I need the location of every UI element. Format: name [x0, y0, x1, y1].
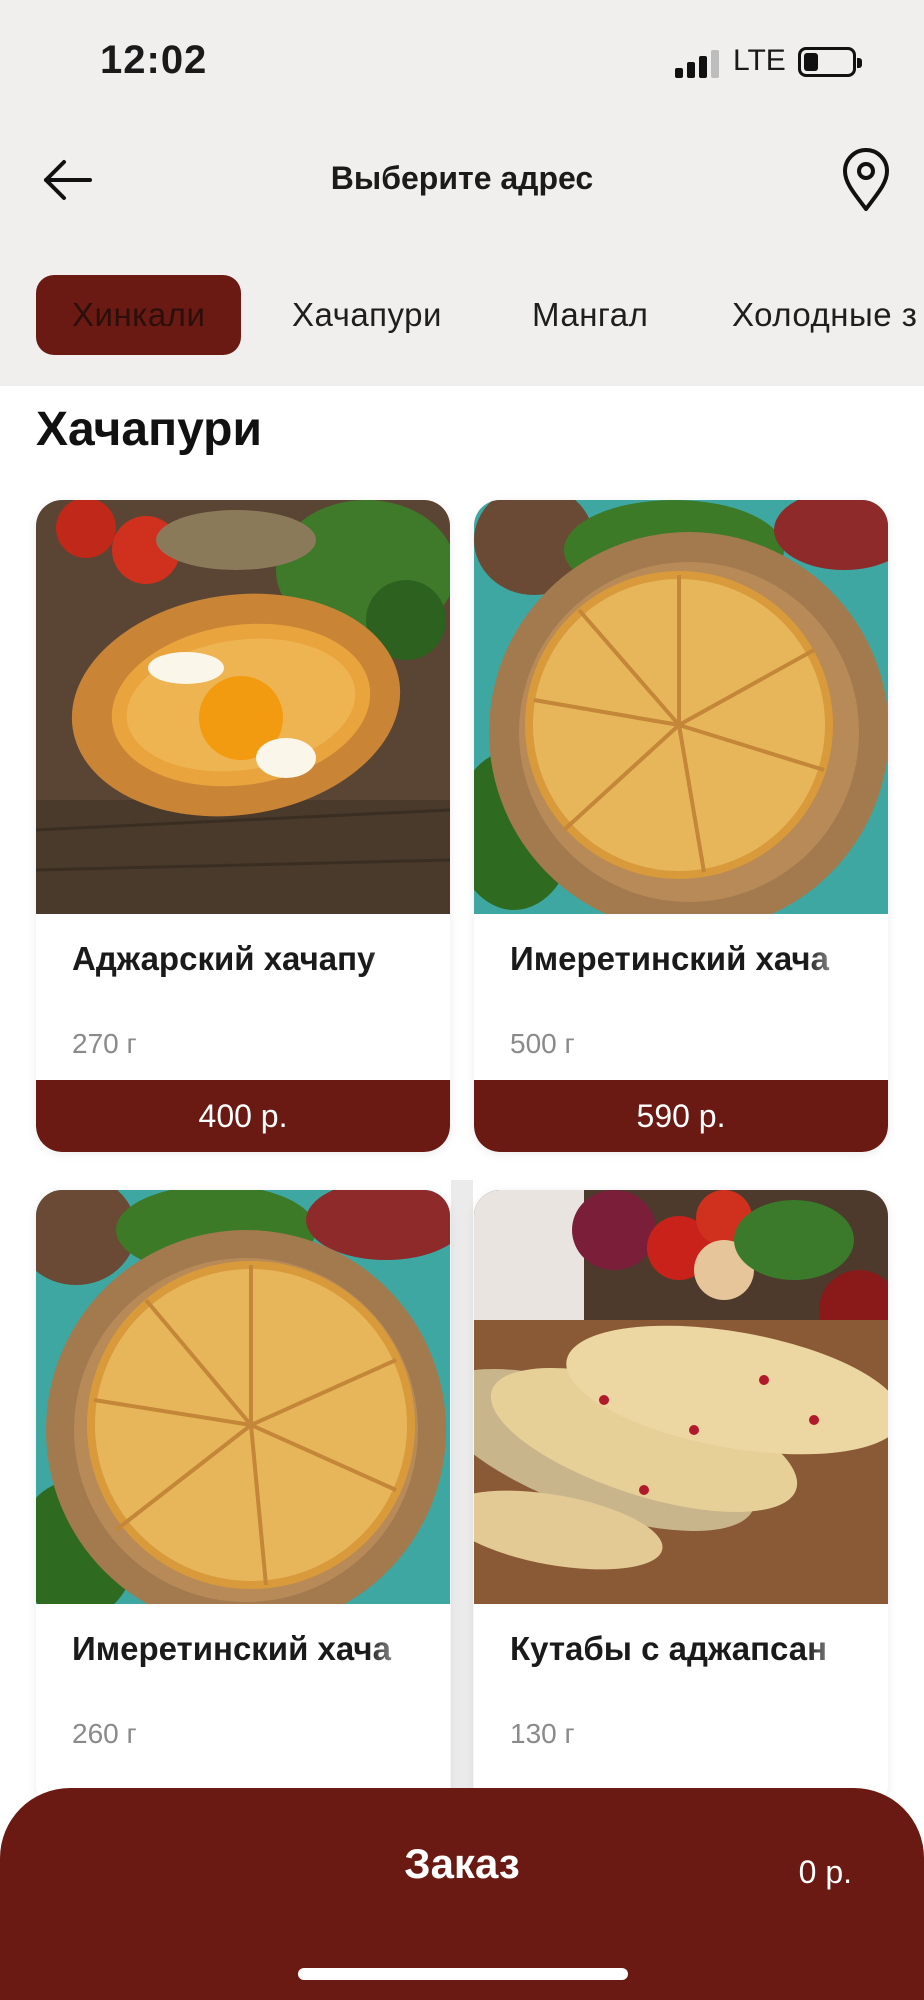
product-card[interactable]: Имеретинский хача 260 г — [36, 1190, 450, 1810]
product-weight: 500 г — [510, 1028, 575, 1059]
product-card[interactable]: Кутабы с аджапсан 130 г — [474, 1190, 888, 1810]
adjarian-khachapuri-photo — [36, 500, 450, 914]
product-name: Имеретинский хача — [510, 940, 829, 977]
tab-khinkali[interactable]: Хинкали — [36, 275, 242, 355]
order-button-label[interactable]: Заказ — [0, 1840, 924, 1888]
status-time: 12:02 — [100, 38, 208, 82]
order-total: 0 р. — [798, 1854, 852, 1890]
location-button[interactable] — [840, 147, 892, 213]
tab-khachapuri[interactable]: Хачапури — [292, 275, 442, 355]
tab-cold-appetizers[interactable]: Холодные з — [732, 275, 917, 355]
qutab-photo — [474, 1190, 888, 1604]
price-button[interactable]: 400 р. — [36, 1080, 450, 1152]
product-name: Имеретинский хача — [72, 1630, 391, 1667]
map-pin-icon — [843, 148, 889, 211]
price-button[interactable]: 590 р. — [474, 1080, 888, 1152]
status-bar: 12:02 LTE — [0, 0, 924, 120]
section-title: Хачапури — [36, 403, 262, 456]
category-tabs: Хинкали Хачапури Мангал Холодные з — [0, 240, 924, 386]
home-indicator[interactable] — [298, 1968, 628, 1980]
battery-icon — [798, 47, 862, 77]
order-bar[interactable]: Заказ 0 р. — [0, 1788, 924, 2000]
product-card[interactable]: Аджарский хачапу 270 г 400 р. — [36, 500, 450, 1152]
product-weight: 130 г — [510, 1718, 575, 1749]
product-weight: 270 г — [72, 1028, 137, 1059]
product-name: Аджарский хачапу — [72, 940, 376, 977]
network-type: LTE — [733, 44, 786, 77]
imeretian-khachapuri-photo — [36, 1190, 450, 1604]
product-weight: 260 г — [72, 1718, 137, 1749]
product-card[interactable]: Имеретинский хача 500 г 590 р. — [474, 500, 888, 1152]
tab-mangal[interactable]: Мангал — [532, 275, 648, 355]
grid-divider — [451, 1180, 473, 1800]
imeretian-khachapuri-photo — [474, 500, 888, 914]
product-name: Кутабы с аджапсан — [510, 1630, 828, 1667]
header: Выберите адрес — [0, 120, 924, 240]
address-select-title[interactable]: Выберите адрес — [0, 160, 924, 197]
signal-icon — [675, 48, 723, 78]
